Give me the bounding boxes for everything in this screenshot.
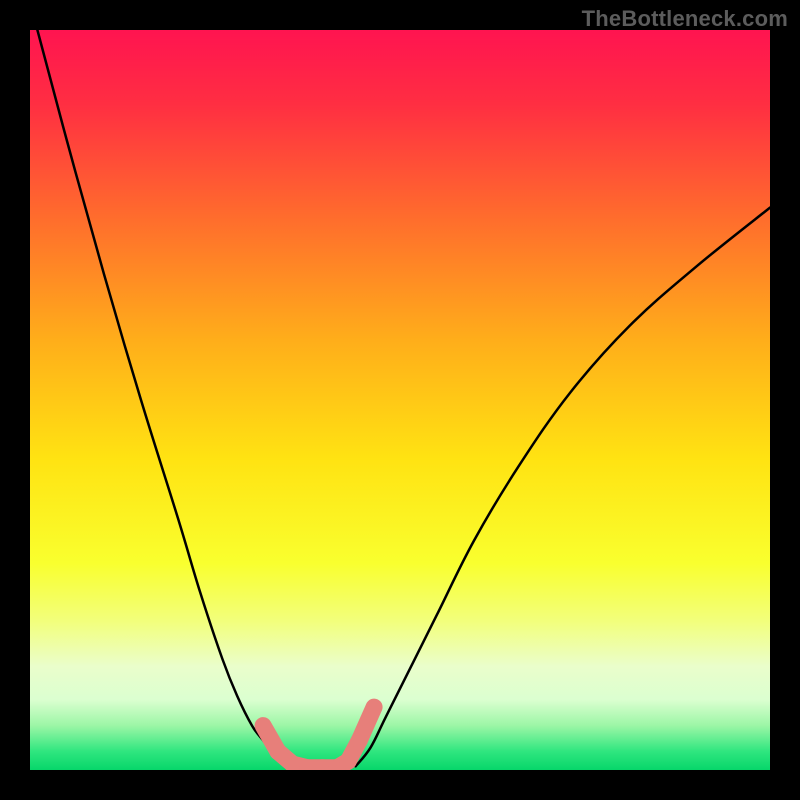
watermark-text: TheBottleneck.com [582, 6, 788, 32]
plot-svg [30, 30, 770, 770]
plot-area [30, 30, 770, 770]
chart-frame: TheBottleneck.com [0, 0, 800, 800]
